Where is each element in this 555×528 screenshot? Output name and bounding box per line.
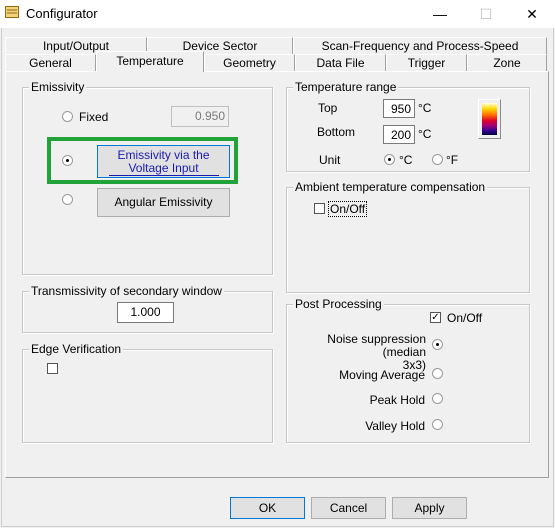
tab-label: Zone <box>493 56 521 70</box>
transmissivity-legend: Transmissivity of secondary window <box>29 284 224 298</box>
unit-celsius-label: °C <box>399 153 413 167</box>
noise-line1: Noise suppression (median <box>327 332 426 359</box>
fixed-label: Fixed <box>79 110 109 124</box>
unit-celsius-radio[interactable] <box>384 154 395 165</box>
close-button[interactable]: ✕ <box>509 0 555 28</box>
bottom-unit: °C <box>418 127 432 141</box>
voltage-emissivity-button[interactable]: Emissivity via the Voltage Input <box>97 145 230 178</box>
noise-suppression-radio[interactable] <box>432 339 443 350</box>
unit-label: Unit <box>319 153 341 167</box>
title-bar: Configurator — ☐ ✕ <box>0 0 555 28</box>
tab-trigger[interactable]: Trigger <box>386 54 467 71</box>
window-title: Configurator <box>26 6 98 21</box>
app-icon <box>5 6 19 18</box>
top-label: Top <box>318 101 338 115</box>
color-palette-preview <box>478 99 501 139</box>
ambient-legend: Ambient temperature compensation <box>293 180 488 194</box>
apply-button[interactable]: Apply <box>392 497 467 519</box>
tab-temperature[interactable]: Temperature <box>96 51 204 72</box>
fixed-radio[interactable] <box>62 111 73 122</box>
peak-hold-label: Peak Hold <box>369 393 425 407</box>
tab-zone[interactable]: Zone <box>467 54 547 71</box>
edge-verification-legend: Edge Verification <box>29 342 124 356</box>
tab-label: General <box>29 56 72 70</box>
tab-label: Geometry <box>223 56 276 70</box>
post-processing-onoff-label: On/Off <box>447 311 483 325</box>
tab-label: Temperature <box>116 54 184 68</box>
fixed-emissivity-input[interactable]: 0.950 <box>171 106 229 127</box>
edge-verification-checkbox[interactable] <box>47 363 58 374</box>
top-temperature-input[interactable]: 950 <box>383 99 415 118</box>
tab-label: Data File <box>316 56 365 70</box>
post-processing-onoff-checkbox[interactable]: ✓ <box>430 312 441 323</box>
post-processing-legend: Post Processing <box>293 297 384 311</box>
voltage-radio[interactable] <box>62 155 73 166</box>
tab-general[interactable]: General <box>5 54 96 71</box>
ok-button[interactable]: OK <box>230 497 305 519</box>
peak-hold-radio[interactable] <box>432 393 443 404</box>
minimize-button[interactable]: — <box>417 0 463 28</box>
tab-data-file[interactable]: Data File <box>295 54 386 71</box>
transmissivity-input[interactable]: 1.000 <box>117 302 174 323</box>
voltage-button-line2: Voltage Input <box>108 162 219 176</box>
maximize-button[interactable]: ☐ <box>463 0 509 28</box>
cancel-button[interactable]: Cancel <box>311 497 386 519</box>
bottom-temperature-input[interactable]: 200 <box>383 125 415 144</box>
noise-suppression-label: Noise suppression (median 3x3) <box>290 333 426 372</box>
edge-verification-group <box>22 349 273 443</box>
palette-gradient <box>482 103 497 135</box>
ambient-onoff-label: On/Off <box>328 201 368 217</box>
moving-average-label: Moving Average <box>339 368 425 382</box>
tab-label: Scan-Frequency and Process-Speed <box>321 39 519 53</box>
valley-hold-radio[interactable] <box>432 419 443 430</box>
angular-radio[interactable] <box>62 194 73 205</box>
tab-scan-frequency[interactable]: Scan-Frequency and Process-Speed <box>293 37 547 54</box>
unit-fahrenheit-radio[interactable] <box>432 154 443 165</box>
emissivity-legend: Emissivity <box>29 80 87 94</box>
bottom-label: Bottom <box>317 125 356 139</box>
angular-emissivity-button[interactable]: Angular Emissivity <box>97 188 230 217</box>
top-unit: °C <box>418 101 432 115</box>
tab-geometry[interactable]: Geometry <box>204 54 295 71</box>
unit-fahrenheit-label: °F <box>446 153 459 167</box>
moving-average-radio[interactable] <box>432 368 443 379</box>
ambient-onoff-checkbox[interactable] <box>314 203 325 214</box>
valley-hold-label: Valley Hold <box>365 419 425 433</box>
temperature-range-legend: Temperature range <box>293 80 399 94</box>
tab-label: Trigger <box>407 56 446 70</box>
